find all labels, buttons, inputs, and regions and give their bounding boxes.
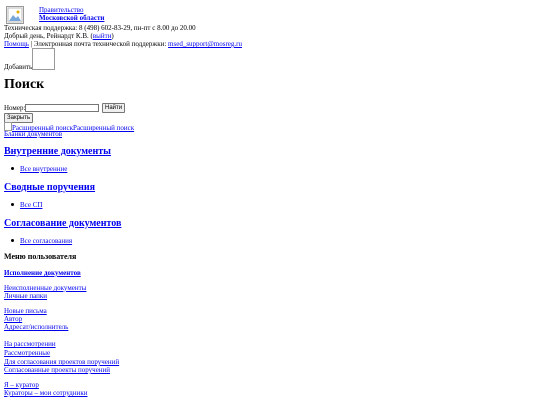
menu-link-reviewed[interactable]: Рассмотренные [4,349,50,357]
list-bullet [11,167,14,170]
menu-link-personal-folders[interactable]: Личные папки [4,292,47,300]
menu-link-author[interactable]: Автор [4,315,22,323]
number-input[interactable] [25,104,99,112]
blanks-link[interactable]: Бланки документов [4,130,62,138]
add-label: Добавить [4,63,33,71]
user-menu-title: Меню пользователя [4,252,77,261]
section-internal-docs-heading: Внутренние документы [4,146,111,158]
list-bullet [11,239,14,242]
page-title: Поиск [4,77,45,92]
section-approval-link[interactable]: Согласование документов [4,218,121,229]
help-line: Помощь | Электронная почта технической п… [4,40,242,48]
all-sp-link[interactable]: Все СП [20,201,42,209]
section-summary-orders-heading: Сводные поручения [4,182,95,194]
menu-link-addressee[interactable]: Адресат/исполнитель [4,323,68,331]
menu-link-unexecuted[interactable]: Неисполненные документы [4,284,86,292]
menu-link-approved-drafts[interactable]: Согласованные проекты поручений [4,366,110,374]
logout-link[interactable]: выйти [93,32,112,40]
greeting-line: Добрый день, Рейнардт К.В. (выйти) [4,32,114,40]
help-link[interactable]: Помощь [4,40,29,48]
list-bullet [11,203,14,206]
find-button[interactable]: Найти [102,103,126,113]
menu-link-new-letters[interactable]: Новые письма [4,307,47,315]
section-internal-docs-link[interactable]: Внутренние документы [4,146,111,157]
section-summary-orders-link[interactable]: Сводные поручения [4,182,95,193]
add-image-icon[interactable] [32,48,55,70]
support-email-label: | Электронная почта технической поддержк… [30,40,167,48]
gov-link-line1[interactable]: Правительство [39,6,84,14]
menu-link-under-review[interactable]: На рассмотрении [4,340,56,348]
menu-link-for-approval[interactable]: Для согласования проектов поручений [4,358,119,366]
support-phone-text: Техническая поддержка: 8 (498) 602-83-29… [4,24,196,32]
support-email-link[interactable]: msed_support@mosreg.ru [168,40,242,48]
execution-docs-link[interactable]: Исполнение документов [4,269,81,277]
advanced-search-link[interactable]: Расширенный поиск [73,124,134,132]
menu-link-curators-my-staff[interactable]: Кураторы – мои сотрудники [4,389,88,397]
number-label: Номер: [4,104,26,112]
gov-link-line2[interactable]: Московской области [39,14,104,22]
menu-link-i-am-curator[interactable]: Я – куратор [4,381,39,389]
section-approval-heading: Согласование документов [4,218,121,230]
all-approvals-link[interactable]: Все согласования [20,237,72,245]
all-internal-link[interactable]: Все внутренние [20,165,67,173]
greeting-text: Добрый день, Рейнардт К.В. [4,32,89,40]
logo-image[interactable] [6,6,24,24]
